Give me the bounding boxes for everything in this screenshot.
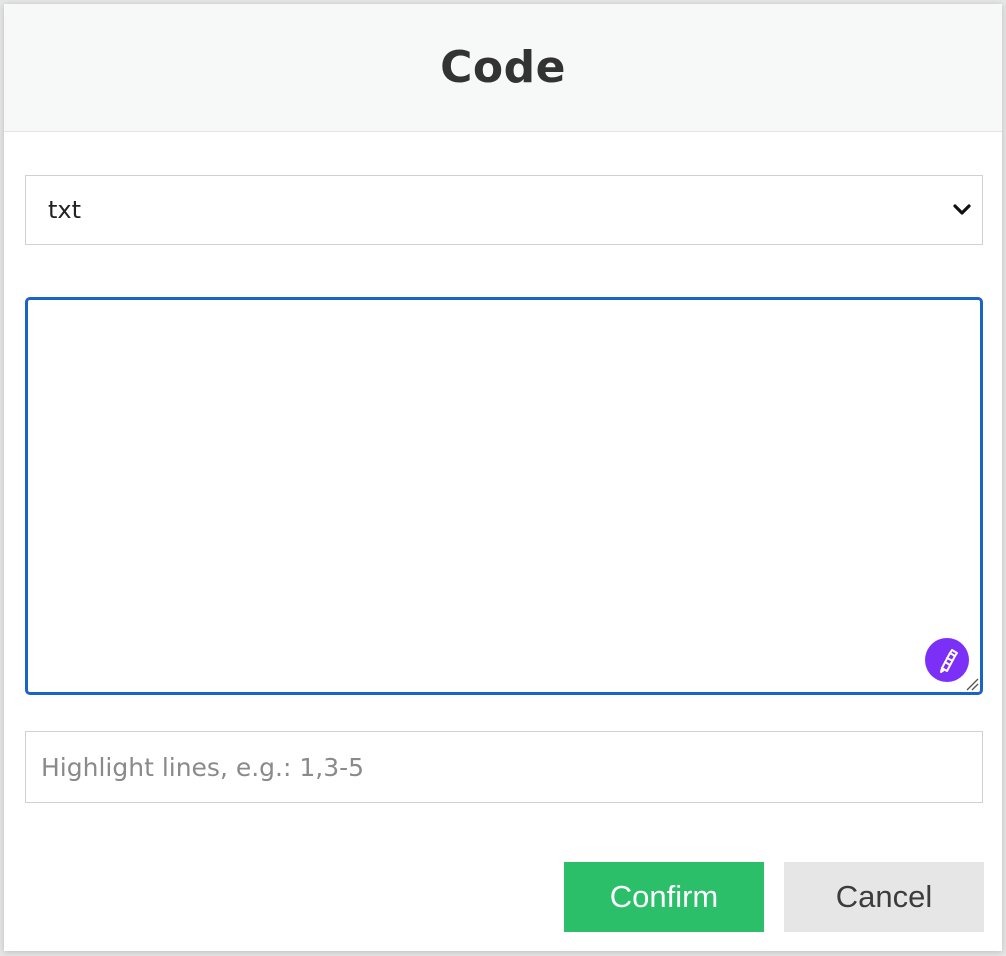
language-select-value: txt — [48, 196, 82, 224]
dialog-header: Code — [4, 4, 1002, 132]
dialog-title: Code — [440, 42, 566, 93]
chevron-down-icon — [950, 198, 974, 222]
language-select[interactable]: txt — [25, 175, 983, 245]
cancel-button[interactable]: Cancel — [784, 862, 984, 932]
resize-grip-icon[interactable] — [963, 675, 979, 691]
confirm-button[interactable]: Confirm — [564, 862, 764, 932]
code-textarea[interactable] — [28, 300, 980, 692]
highlight-lines-input[interactable] — [25, 731, 983, 803]
code-editor — [25, 297, 983, 695]
code-dialog: Code txt Conf — [4, 4, 1002, 951]
